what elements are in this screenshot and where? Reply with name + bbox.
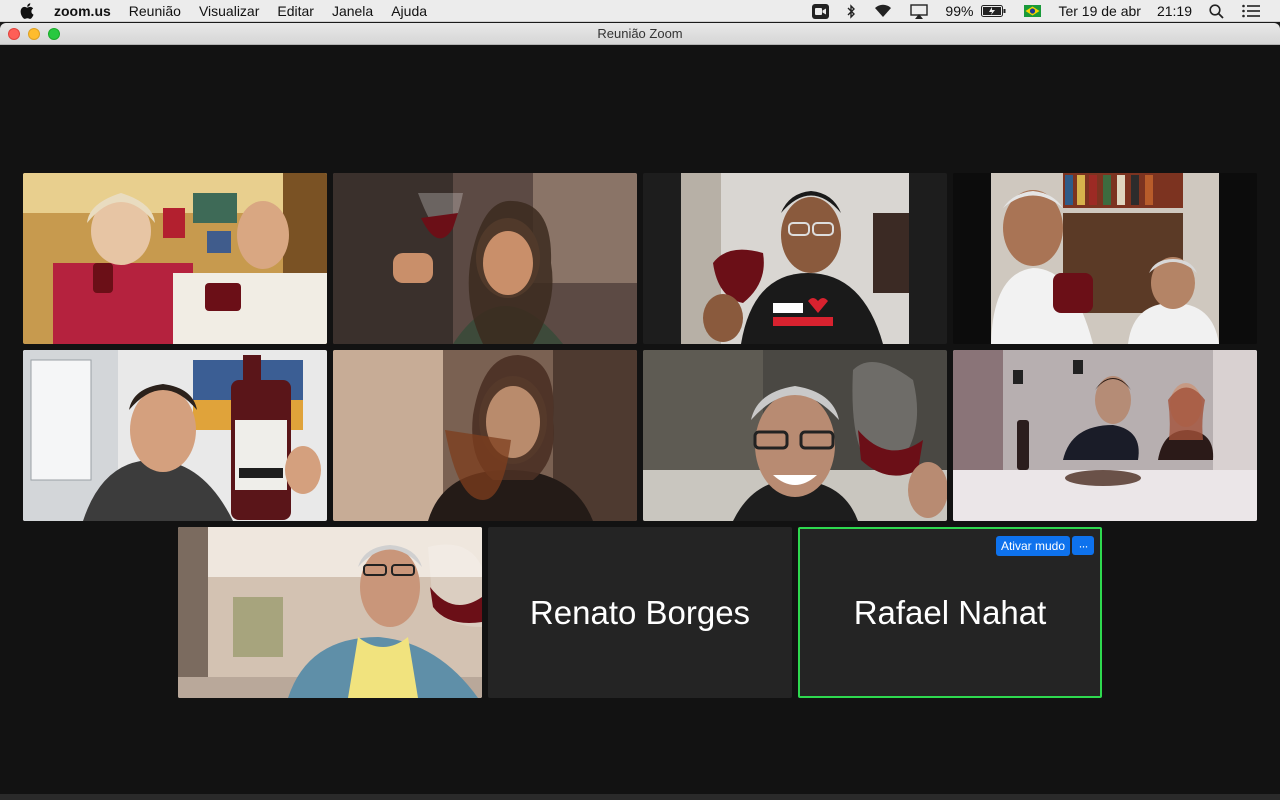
wifi-icon[interactable] — [874, 0, 892, 22]
video-tile-couple-living-room[interactable] — [23, 173, 327, 344]
participant-name: Renato Borges — [529, 593, 751, 631]
video-tile-couple-dinner-table[interactable] — [953, 350, 1257, 521]
window-title: Reunião Zoom — [597, 26, 683, 41]
video-tile-man-wine-bottle[interactable] — [23, 350, 327, 521]
window-controls — [8, 28, 60, 40]
video-tile-renato-borges[interactable]: Renato Borges — [488, 527, 792, 698]
video-tile-woman-dim-room[interactable] — [333, 350, 637, 521]
apple-icon[interactable] — [20, 2, 36, 19]
mute-participant-button[interactable]: Ativar mudo — [995, 536, 1070, 556]
brazil-flag-icon[interactable] — [1024, 0, 1042, 22]
video-tile-man-eu-prudente[interactable] — [643, 173, 947, 344]
zoom-meeting-window: Reunião Zoom Renato Borges Rafael Nahat … — [0, 23, 1280, 800]
minimize-window-button[interactable] — [28, 28, 40, 40]
video-tile-man-glasses-smiling[interactable] — [643, 350, 947, 521]
bluetooth-icon[interactable] — [847, 0, 856, 22]
video-tile-man-denim-jacket[interactable] — [178, 527, 482, 698]
participant-video — [23, 173, 327, 344]
participant-video — [953, 350, 1257, 521]
battery-percent: 99% — [945, 3, 974, 19]
participant-video — [23, 350, 327, 521]
control-list-icon[interactable] — [1242, 0, 1260, 22]
spotlight-search-icon[interactable] — [1209, 0, 1224, 22]
battery-icon[interactable] — [981, 0, 1006, 22]
menu-ajuda[interactable]: Ajuda — [391, 3, 427, 19]
video-tile-woman-wine-glass[interactable] — [333, 173, 637, 344]
window-titlebar[interactable]: Reunião Zoom — [0, 23, 1280, 45]
video-tile-couple-bookshelf[interactable] — [953, 173, 1257, 344]
airplay-icon[interactable] — [910, 0, 929, 22]
window-bottom-edge — [0, 794, 1280, 800]
more-options-button[interactable]: ··· — [1072, 536, 1094, 555]
participant-video — [333, 350, 637, 521]
menu-janela[interactable]: Janela — [332, 3, 373, 19]
participant-video — [178, 527, 482, 698]
participant-video — [643, 350, 947, 521]
menubar-date[interactable]: Ter 19 de abr — [1058, 3, 1141, 19]
participant-video — [643, 173, 947, 344]
menu-bar: zoom.us Reunião Visualizar Editar Janela… — [0, 0, 1280, 22]
menu-app-name[interactable]: zoom.us — [54, 3, 111, 19]
menu-reuniao[interactable]: Reunião — [129, 3, 181, 19]
menu-visualizar[interactable]: Visualizar — [199, 3, 259, 19]
gallery-view: Renato Borges Rafael Nahat Ativar mudo ·… — [0, 45, 1280, 800]
close-window-button[interactable] — [8, 28, 20, 40]
fullscreen-window-button[interactable] — [48, 28, 60, 40]
video-tile-rafael-nahat[interactable]: Rafael Nahat Ativar mudo ··· — [798, 527, 1102, 698]
participant-name: Rafael Nahat — [853, 593, 1047, 631]
participant-video — [953, 173, 1257, 344]
zoom-camera-icon[interactable] — [812, 0, 830, 22]
participant-video — [333, 173, 637, 344]
menu-editar[interactable]: Editar — [277, 3, 314, 19]
menubar-time[interactable]: 21:19 — [1157, 3, 1192, 19]
